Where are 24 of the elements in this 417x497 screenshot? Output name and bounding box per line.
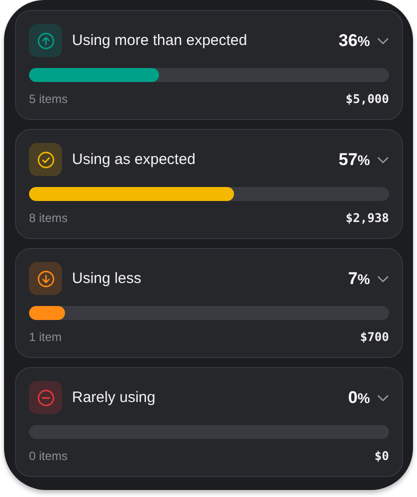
percentage: 36% <box>338 30 370 50</box>
amount: $5,000 <box>346 92 389 106</box>
chevron-down-icon[interactable] <box>377 36 389 44</box>
category-title: Using as expected <box>72 151 196 168</box>
chevron-down-icon[interactable] <box>377 394 389 402</box>
item-count: 1 item <box>29 330 62 344</box>
category-title: Using more than expected <box>72 32 248 49</box>
item-count: 0 items <box>29 449 68 463</box>
category-title: Rarely using <box>72 389 156 406</box>
percentage: 7% <box>348 268 370 288</box>
category-card[interactable]: Using as expected 57% 8 items $2,938 <box>15 129 403 239</box>
percentage: 57% <box>338 150 370 170</box>
category-card[interactable]: Rarely using 0% 0 items $0 <box>15 367 403 477</box>
item-count: 5 items <box>29 92 68 106</box>
percentage: 0% <box>348 388 370 408</box>
category-title: Using less <box>72 270 142 287</box>
amount: $0 <box>374 449 389 463</box>
amount: $700 <box>360 330 389 344</box>
chevron-down-icon[interactable] <box>377 274 389 282</box>
amount: $2,938 <box>346 211 389 225</box>
item-count: 8 items <box>29 211 68 225</box>
chevron-down-icon[interactable] <box>377 156 389 164</box>
category-card[interactable]: Using more than expected 36% 5 items $5,000 <box>15 10 403 120</box>
category-card[interactable]: Using less 7% 1 item $700 <box>15 248 403 358</box>
